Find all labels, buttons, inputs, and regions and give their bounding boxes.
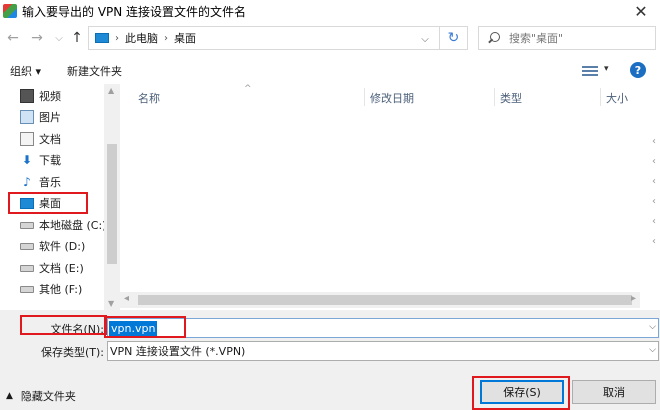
- cancel-button[interactable]: 取消: [572, 380, 656, 404]
- sidebar-item-label: 其他 (F:): [39, 283, 83, 296]
- chevron-up-icon: ▲: [6, 391, 13, 401]
- view-options-icon[interactable]: [582, 64, 598, 78]
- breadcrumb-desktop[interactable]: 桌面: [174, 30, 196, 46]
- sidebar-item-label: 下载: [39, 154, 61, 167]
- file-list-horizontal-scrollbar[interactable]: ◂ ▸: [120, 292, 640, 308]
- music-icon: ♪: [23, 175, 31, 189]
- save-dialog: 输入要导出的 VPN 连接设置文件的文件名 ✕ ← → ⌵ ↑ › 此电脑 › …: [0, 0, 660, 410]
- file-list[interactable]: ^ 名称 修改日期 类型 大小 ‹ ‹ ‹ ‹ ‹ ‹: [120, 84, 660, 310]
- drive-icon: [20, 282, 34, 296]
- filename-value-highlight-annotation: [104, 316, 186, 338]
- column-header-type[interactable]: 类型: [500, 90, 522, 106]
- column-header-modified[interactable]: 修改日期: [370, 90, 414, 106]
- sort-ascending-icon: ^: [244, 84, 252, 94]
- sidebar-item-documents[interactable]: 文档: [20, 129, 61, 149]
- search-input[interactable]: 搜索"桌面": [478, 26, 656, 50]
- sidebar-item-label: 视频: [39, 90, 61, 103]
- scroll-left-icon[interactable]: ◂: [124, 293, 129, 304]
- chevron-left-icon: ‹: [652, 136, 656, 147]
- sidebar-item-videos[interactable]: 视频: [20, 86, 61, 106]
- sidebar-item-label: 文档: [39, 133, 61, 146]
- filename-input[interactable]: vpn.vpn ⌵: [107, 318, 659, 338]
- breadcrumb-separator-icon: ›: [115, 32, 119, 44]
- scroll-down-icon[interactable]: ▼: [108, 299, 114, 308]
- organize-menu-button[interactable]: 组织 ▾: [10, 63, 41, 79]
- drive-icon: [20, 239, 34, 253]
- search-placeholder: 搜索"桌面": [509, 32, 564, 45]
- sidebar-item-label: 图片: [39, 111, 61, 124]
- save-form: 文件名(N): vpn.vpn ⌵ 保存类型(T): VPN 连接设置文件 (*…: [0, 310, 660, 410]
- sidebar-item-downloads[interactable]: ⬇ 下载: [20, 150, 61, 170]
- filetype-value: VPN 连接设置文件 (*.VPN): [110, 345, 246, 358]
- save-button-highlight-annotation: [472, 376, 570, 410]
- scroll-up-icon[interactable]: ▲: [108, 86, 114, 95]
- column-divider[interactable]: [364, 88, 365, 106]
- back-arrow-icon[interactable]: ←: [4, 29, 22, 47]
- sidebar-item-drive-c[interactable]: 本地磁盘 (C:): [20, 215, 106, 235]
- pictures-icon: [20, 110, 34, 124]
- up-arrow-icon[interactable]: ↑: [68, 29, 86, 47]
- column-header-name[interactable]: 名称: [138, 90, 160, 106]
- column-divider[interactable]: [494, 88, 495, 106]
- chevron-left-icon: ‹: [652, 236, 656, 247]
- chevron-left-icon: ‹: [652, 216, 656, 227]
- chevron-left-icon: ‹: [652, 176, 656, 187]
- sidebar-item-label: 本地磁盘 (C:): [39, 219, 107, 232]
- sidebar-item-pictures[interactable]: 图片: [20, 107, 61, 127]
- chevron-down-icon[interactable]: ⌵: [649, 322, 656, 332]
- hide-folders-label: 隐藏文件夹: [20, 390, 76, 403]
- filename-label-highlight-annotation: [20, 315, 107, 335]
- navigation-pane-scrollbar[interactable]: ▲ ▼: [104, 84, 120, 310]
- close-icon[interactable]: ✕: [626, 0, 656, 22]
- sidebar-item-drive-e[interactable]: 文档 (E:): [20, 258, 84, 278]
- documents-icon: [20, 132, 34, 146]
- desktop-highlight-annotation: [8, 192, 88, 214]
- video-icon: [20, 89, 34, 103]
- download-icon: ⬇: [21, 153, 33, 167]
- recent-locations-chevron-icon[interactable]: ⌵: [50, 29, 68, 47]
- breadcrumb-separator-icon: ›: [164, 32, 168, 44]
- refresh-icon[interactable]: ↻: [439, 26, 467, 50]
- this-pc-icon: [95, 33, 109, 43]
- column-header-size[interactable]: 大小: [606, 90, 628, 106]
- sidebar-item-label: 文档 (E:): [39, 262, 84, 275]
- view-dropdown-icon[interactable]: ▾: [604, 64, 609, 74]
- drive-c-icon: [20, 218, 34, 232]
- chevron-left-icon: ‹: [652, 196, 656, 207]
- sidebar-item-drive-f[interactable]: 其他 (F:): [20, 279, 82, 299]
- title-bar: 输入要导出的 VPN 连接设置文件的文件名 ✕: [0, 0, 660, 22]
- scrollbar-thumb[interactable]: [107, 144, 117, 264]
- overflow-chevrons: ‹ ‹ ‹ ‹ ‹ ‹: [652, 136, 660, 256]
- sidebar-item-music[interactable]: ♪ 音乐: [20, 172, 61, 192]
- help-icon[interactable]: ?: [630, 62, 646, 78]
- window-title: 输入要导出的 VPN 连接设置文件的文件名: [22, 4, 247, 19]
- chevron-left-icon: ‹: [652, 156, 656, 167]
- filetype-label: 保存类型(T):: [40, 346, 104, 359]
- scrollbar-thumb[interactable]: [138, 295, 632, 305]
- search-icon: [487, 31, 501, 45]
- address-bar[interactable]: › 此电脑 › 桌面 ⌵ ↻: [88, 26, 468, 50]
- forward-arrow-icon[interactable]: →: [28, 29, 46, 47]
- navigation-pane: 视频 图片 文档 ⬇ 下载 ♪ 音乐 桌面 本地磁盘 (C:) 软件 (D:): [0, 84, 120, 310]
- sidebar-item-label: 软件 (D:): [39, 240, 86, 253]
- scroll-right-icon[interactable]: ▸: [631, 293, 636, 304]
- new-folder-button[interactable]: 新建文件夹: [67, 63, 122, 79]
- navigation-bar: ← → ⌵ ↑ › 此电脑 › 桌面 ⌵ ↻ 搜索"桌面": [0, 22, 660, 54]
- hide-folders-toggle[interactable]: ▲ 隐藏文件夹: [6, 388, 76, 404]
- sidebar-item-drive-d[interactable]: 软件 (D:): [20, 236, 85, 256]
- app-icon: [3, 4, 17, 18]
- filetype-select[interactable]: VPN 连接设置文件 (*.VPN) ⌵: [107, 341, 659, 361]
- column-divider[interactable]: [600, 88, 601, 106]
- address-dropdown-icon[interactable]: ⌵: [417, 31, 433, 47]
- sidebar-item-label: 音乐: [39, 176, 61, 189]
- command-bar: 组织 ▾ 新建文件夹 ▾ ?: [0, 58, 660, 84]
- drive-icon: [20, 261, 34, 275]
- chevron-down-icon[interactable]: ⌵: [649, 345, 656, 355]
- breadcrumb-this-pc[interactable]: 此电脑: [125, 30, 158, 46]
